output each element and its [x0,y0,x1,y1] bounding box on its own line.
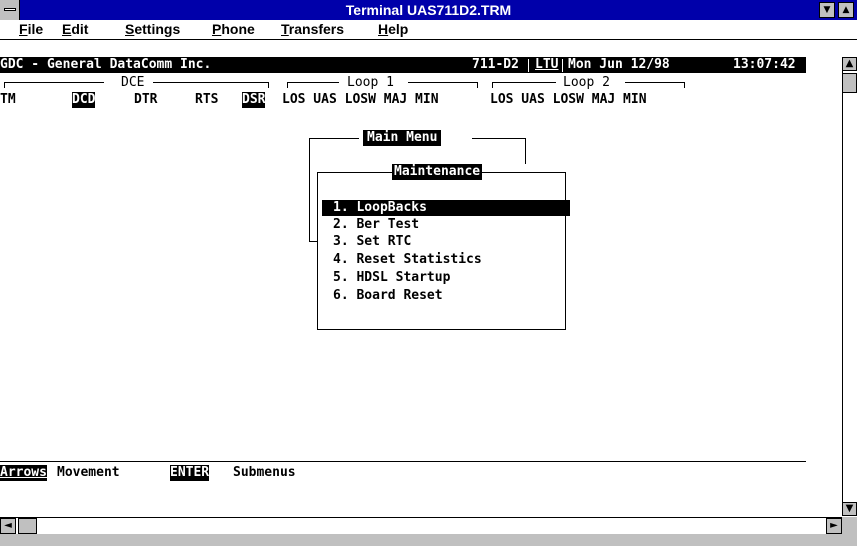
horizontal-scroll-thumb[interactable] [18,518,37,534]
loop2-indicators: LOS UAS LOSW MAJ MIN [490,92,647,107]
cursor-bar [566,200,569,216]
loop2-bracket-left [492,82,556,83]
unit-label: LTU [535,57,559,72]
footer-key-arrows: Arrows [0,465,47,481]
company-name: GDC - General DataComm Inc. [0,57,212,72]
model-number: 711-D2 [472,57,519,72]
loop2-bracket-right [625,82,685,83]
left-arrow-icon: ◄ [4,520,12,531]
dsr-indicator: DSR [242,92,266,108]
menu-item-ber-test[interactable]: 2. Ber Test [333,217,419,233]
footer-key-enter: ENTER [170,465,210,481]
horizontal-scrollbar[interactable] [0,517,842,534]
main-menu-title: Main Menu [363,130,442,146]
menu-settings[interactable]: Settings [125,20,180,39]
down-arrow-icon: ▼ [845,503,854,514]
scrollbar-corner [842,517,857,534]
window-title: Terminal UAS711D2.TRM [345,2,512,18]
menu-edit[interactable]: Edit [62,20,88,39]
menu-item-loopbacks[interactable]: 1. LoopBacks [333,200,427,216]
header-divider [562,59,563,72]
dce-bracket-corner [4,82,5,88]
main-menu-border-left [309,138,310,242]
loop2-group-label: Loop 2 [563,75,610,90]
footer-text-movement: Movement [57,465,120,480]
menu-item-hdsl-startup[interactable]: 5. HDSL Startup [333,270,450,286]
header-date: Mon Jun 12/98 [568,57,670,72]
maintenance-menu-title: Maintenance [392,164,483,180]
loop1-bracket-left [287,82,339,83]
header-time: 13:07:42 [733,57,796,72]
menu-item-set-rtc[interactable]: 3. Set RTC [333,234,411,250]
loop2-bracket-corner [684,82,685,88]
scroll-right-button[interactable]: ► [826,518,842,534]
dce-bracket-corner [268,82,269,88]
dtr-indicator: DTR [134,92,158,107]
loop1-indicators: LOS UAS LOSW MAJ MIN [282,92,439,107]
dce-bracket-left [4,82,104,83]
dce-bracket-right [153,82,269,83]
rts-indicator: RTS [195,92,219,107]
scroll-down-button[interactable]: ▼ [842,502,857,516]
dce-group-label: DCE [121,75,145,90]
footer-text-submenus: Submenus [233,465,296,480]
minimize-icon: ▼ [823,5,831,15]
footer-divider [0,461,806,462]
scroll-up-button[interactable]: ▲ [842,57,857,71]
dcd-indicator: DCD [72,92,96,108]
maximize-icon: ▲ [842,5,850,15]
vertical-scroll-thumb[interactable] [842,73,857,93]
main-menu-border-top [309,138,359,139]
loop1-group-label: Loop 1 [347,75,394,90]
menu-phone[interactable]: Phone [212,20,255,39]
minimize-button[interactable]: ▼ [819,2,835,18]
right-arrow-icon: ► [830,520,838,531]
main-menu-border-top [472,138,526,139]
menu-transfers[interactable]: Transfers [281,20,344,39]
vertical-scrollbar[interactable] [842,57,857,516]
system-menu-button[interactable] [0,0,20,20]
up-arrow-icon: ▲ [845,58,854,69]
menu-item-reset-statistics[interactable]: 4. Reset Statistics [333,252,482,268]
menu-file[interactable]: File [19,20,43,39]
tm-indicator: TM [0,92,16,107]
scroll-left-button[interactable]: ◄ [0,518,16,534]
menu-item-board-reset[interactable]: 6. Board Reset [333,288,443,304]
maximize-button[interactable]: ▲ [838,2,854,18]
header-divider [528,59,529,72]
main-menu-border-right [525,138,526,164]
window-bottom-border [0,534,857,546]
loop1-bracket-corner [477,82,478,88]
menu-help[interactable]: Help [378,20,408,39]
loop1-bracket-right [408,82,478,83]
maintenance-menu-box [317,172,566,330]
